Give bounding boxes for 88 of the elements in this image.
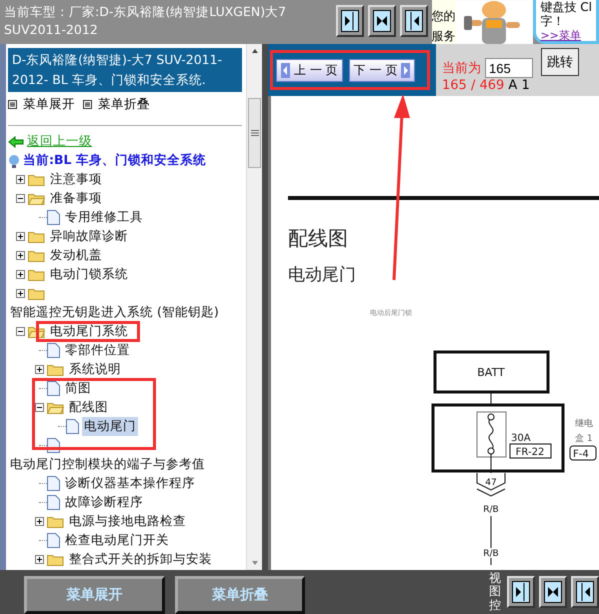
menu-link[interactable]: >>菜单 [540, 29, 581, 42]
wire-code: R/B [483, 505, 499, 515]
expander-icon[interactable] [16, 194, 24, 203]
back-arrow-icon [8, 136, 24, 148]
expander-icon[interactable] [34, 403, 44, 412]
menu-icon [8, 100, 17, 109]
expander-icon[interactable] [16, 251, 24, 260]
notice-text: 您的 服务 [432, 0, 456, 44]
folder-icon [28, 230, 45, 243]
folder-icon [28, 287, 45, 300]
view-control-label: 视图控 [489, 572, 501, 612]
document-icon [47, 343, 60, 358]
menu-icon [83, 100, 92, 109]
grip-icon [250, 130, 258, 136]
menu-toggle-link[interactable]: 菜单展开 [8, 96, 75, 113]
expander-icon[interactable] [16, 327, 24, 336]
tree-item[interactable]: 检查电动尾门开关 [63, 531, 171, 550]
view-button[interactable] [571, 576, 599, 608]
fuse-code: FR-22 [510, 444, 552, 458]
tree-item[interactable]: 系统说明 [67, 360, 123, 379]
tip-text: 键盘技 Cl [540, 0, 592, 14]
vehicle-title: 当前车型：厂家:D-东风裕隆(纳智捷LUXGEN)大7 SUV2011-2012 [3, 3, 288, 39]
fuse-rating: 30A [511, 433, 531, 444]
page-input[interactable]: 165 [485, 58, 533, 78]
tree-item[interactable]: 发动机盖 [48, 246, 104, 265]
view-button[interactable] [400, 5, 428, 37]
tree-item[interactable]: 电源与接地电路检查 [67, 512, 188, 531]
folder-icon [28, 249, 45, 262]
next-page-button[interactable]: 下 一 页 [348, 58, 416, 82]
back-link[interactable]: 返回上一级 [27, 133, 92, 150]
folder-icon [28, 268, 45, 281]
relay-code: F-4 [570, 446, 596, 460]
folder-icon [28, 192, 45, 205]
tree-item[interactable]: 电动尾门 [82, 417, 138, 436]
tree-item[interactable]: 电动门锁系统 [48, 265, 130, 284]
document-icon [47, 495, 60, 510]
scrollbar[interactable] [246, 44, 262, 570]
section-title: D-东风裕隆(纳智捷)-大7 SUV-2011-2012- BL 车身、门锁和安全系统. [8, 48, 242, 92]
battery-block: BATT [434, 350, 550, 394]
current-section: 当前:BL 车身、门锁和安全系统 [23, 152, 206, 169]
expander-icon[interactable] [34, 365, 44, 374]
relay-box-label: 继电 [575, 419, 593, 429]
tree-item[interactable]: 简图 [63, 379, 93, 398]
document-icon [47, 210, 60, 225]
expander-icon[interactable] [34, 555, 44, 564]
tree-item[interactable]: 故障诊断程序 [63, 493, 145, 512]
tree-item[interactable]: 零部件位置 [63, 341, 132, 360]
current-page-label: 当前为 [442, 60, 481, 77]
folder-icon [47, 401, 64, 414]
previous-page-button[interactable]: 上 一 页 [276, 58, 343, 82]
expander-icon[interactable] [16, 175, 24, 184]
view-button[interactable] [507, 576, 535, 608]
menu-toggle-link[interactable]: 菜单折叠 [83, 96, 150, 113]
globe-icon [8, 154, 20, 168]
expander-icon[interactable] [16, 289, 24, 298]
wire-code: R/B [483, 549, 499, 559]
document-icon [47, 381, 60, 396]
expander-icon[interactable] [16, 270, 24, 279]
tree-item[interactable]: 专用维修工具 [63, 208, 145, 227]
folder-icon [47, 515, 64, 528]
folder-icon [28, 173, 45, 186]
document-icon [47, 476, 60, 491]
view-button[interactable] [368, 5, 396, 37]
tree-item[interactable]: 整合式开关的拆卸与安装 [67, 550, 214, 569]
tree-item[interactable]: 准备事项 [48, 189, 104, 208]
expander-icon[interactable] [16, 232, 24, 241]
tree-item[interactable]: 智能遥控无钥匙进入系统 (智能钥匙) [8, 303, 221, 322]
go-button[interactable]: 跳转 [541, 48, 579, 76]
tree-item[interactable]: 异响故障诊断 [48, 227, 130, 246]
document-icon [47, 533, 60, 548]
document-icon [66, 419, 79, 434]
tree-item[interactable]: 诊断仪器基本操作程序 [63, 474, 197, 493]
diagram-heading: 配线图 [288, 226, 348, 250]
tree-item[interactable]: 电动尾门控制模块的端子与参考值 [8, 455, 207, 474]
page-suffix: A 1 [508, 78, 530, 93]
right-arrow-icon [401, 62, 410, 78]
tree-item[interactable]: 注意事项 [48, 170, 104, 189]
view-button[interactable] [336, 5, 364, 37]
view-button[interactable] [539, 576, 567, 608]
relay-box-label: 盒 1 [575, 434, 593, 444]
folder-icon [47, 553, 64, 566]
diagram-subheading: 电动尾门 [288, 265, 356, 285]
tree-item[interactable]: 配线图 [67, 398, 110, 417]
folder-icon [47, 363, 64, 376]
left-arrow-icon [281, 62, 290, 78]
page-position: 165 / 469 [442, 78, 504, 93]
tip-text: 字！ [540, 14, 566, 28]
expander-icon[interactable] [34, 517, 44, 526]
